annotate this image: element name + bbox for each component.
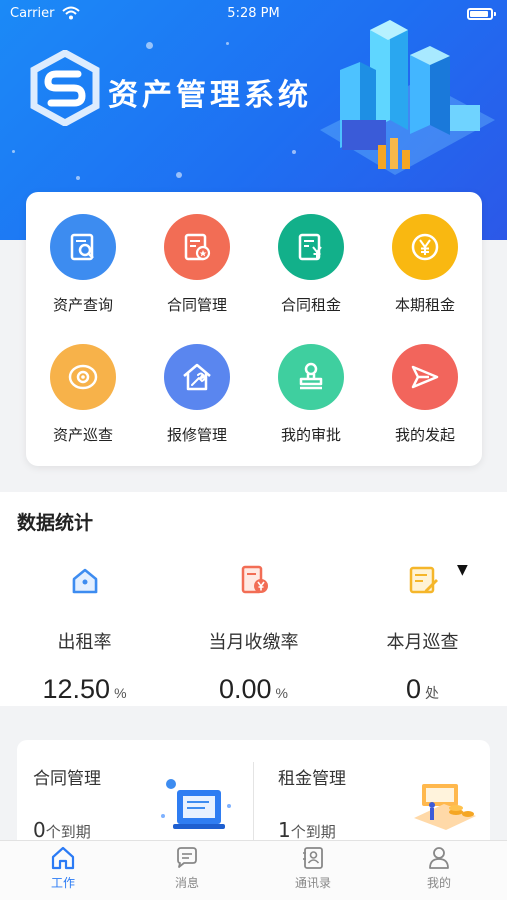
- contract-icon: [164, 214, 230, 280]
- menu-contract-mgmt[interactable]: 合同管理: [140, 192, 254, 320]
- stat-label: 当月收缴率: [208, 632, 299, 653]
- menu-label: 我的发起: [394, 426, 455, 444]
- menu-label: 合同管理: [166, 296, 227, 314]
- tab-label: 消息: [174, 876, 199, 890]
- stat-number: 12.50: [42, 674, 111, 704]
- stamp-icon: [278, 344, 344, 410]
- battery-icon: [467, 8, 496, 20]
- stat-value: 12.50%: [0, 674, 169, 705]
- menu-current-rent[interactable]: 本期租金: [368, 192, 482, 320]
- stat-number: 0: [405, 674, 422, 704]
- city-illustration-icon: [320, 20, 495, 175]
- menu-asset-query[interactable]: 资产查询: [26, 192, 140, 320]
- menu-my-initiated[interactable]: 我的发起: [368, 322, 482, 450]
- status-time: 5:28 PM: [227, 6, 280, 21]
- repair-house-icon: [164, 344, 230, 410]
- expiring-count: 1个到期: [278, 818, 336, 842]
- stat-occupancy-rate[interactable]: 出租率 12.50%: [0, 562, 169, 705]
- card-title: 租金管理: [278, 769, 346, 789]
- tab-label: 通讯录: [294, 876, 331, 890]
- menu-label: 报修管理: [166, 426, 227, 444]
- menu-label: 资产巡查: [52, 426, 113, 444]
- menu-label: 合同租金: [280, 296, 341, 314]
- menu-label: 本期租金: [394, 296, 455, 314]
- menu-label: 资产查询: [52, 296, 113, 314]
- tab-contacts[interactable]: 通讯录: [250, 845, 376, 891]
- tab-mine[interactable]: 我的: [376, 845, 502, 891]
- stat-unit: 处: [425, 685, 440, 701]
- chat-icon: [177, 847, 197, 868]
- decor-dot: [292, 150, 296, 154]
- tab-work[interactable]: 工作: [0, 845, 126, 891]
- checklist-icon: [409, 566, 438, 594]
- search-doc-icon: [50, 214, 116, 280]
- yen-icon: [392, 214, 458, 280]
- menu-contract-rent[interactable]: 合同租金: [254, 192, 368, 320]
- stat-label: 出租率: [57, 632, 112, 653]
- finance-illustration-icon: [414, 784, 476, 830]
- count-unit: 个到期: [45, 823, 91, 841]
- eye-icon: [50, 344, 116, 410]
- stat-label: 本月巡查: [386, 632, 459, 653]
- house-icon: [71, 568, 98, 594]
- menu-repair-mgmt[interactable]: 报修管理: [140, 322, 254, 450]
- count-number: 1: [278, 818, 291, 842]
- tab-label: 我的: [426, 876, 451, 890]
- stat-value: 0处: [338, 674, 507, 705]
- tab-messages[interactable]: 消息: [124, 845, 250, 891]
- count-number: 0: [33, 818, 46, 842]
- decor-dot: [76, 176, 80, 180]
- document-illustration-icon: [161, 779, 231, 829]
- app-title: 资产管理系统: [108, 78, 312, 113]
- decor-dot: [146, 42, 153, 49]
- rent-doc-icon: [278, 214, 344, 280]
- menu-my-approval[interactable]: 我的审批: [254, 322, 368, 450]
- bottom-tab-bar: 工作 消息 通讯录 我的: [0, 840, 507, 900]
- quick-menu-card: 资产查询 合同管理 合同租金 本期租金 资产巡查 报修管理 我的审批 我的发起: [26, 192, 482, 466]
- person-icon: [429, 847, 449, 869]
- data-statistics-section: 数据统计 ▼ 出租率 12.50% 当月收缴率 0.00% 本月巡查 0处: [0, 492, 507, 706]
- stat-value: 0.00%: [169, 674, 338, 705]
- bill-icon: [241, 565, 268, 594]
- card-title: 合同管理: [33, 769, 101, 789]
- expiring-count: 0个到期: [33, 818, 91, 842]
- stat-monthly-collection-rate[interactable]: 当月收缴率 0.00%: [169, 562, 338, 705]
- stat-monthly-inspection[interactable]: 本月巡查 0处: [338, 562, 507, 705]
- menu-label: 我的审批: [280, 426, 341, 444]
- tab-label: 工作: [50, 876, 75, 890]
- stat-unit: %: [114, 685, 127, 701]
- home-icon: [51, 846, 75, 870]
- stat-number: 0.00: [218, 674, 272, 704]
- stat-unit: %: [275, 685, 288, 701]
- decor-dot: [12, 150, 15, 153]
- section-title: 数据统计: [17, 512, 94, 534]
- decor-dot: [226, 42, 229, 45]
- count-unit: 个到期: [290, 823, 336, 841]
- menu-asset-inspection[interactable]: 资产巡查: [26, 322, 140, 450]
- contacts-icon: [303, 847, 323, 869]
- send-icon: [392, 344, 458, 410]
- decor-dot: [176, 172, 182, 178]
- app-logo-icon: [30, 50, 100, 126]
- status-bar: Carrier 5:28 PM: [0, 0, 507, 28]
